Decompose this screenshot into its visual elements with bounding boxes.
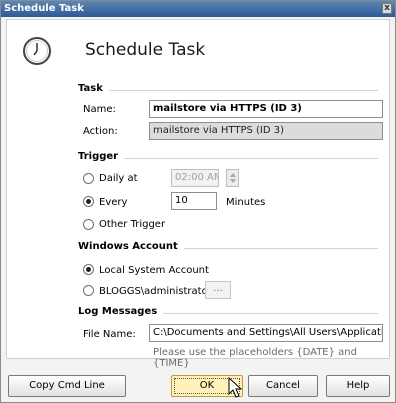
account-section-label: Windows Account [78,241,184,252]
close-icon[interactable]: x [382,3,392,14]
daily-label: Daily at [99,173,138,184]
daily-time-field: 02:00 AM [171,169,219,187]
every-radio[interactable] [83,196,94,207]
local-system-radio[interactable] [83,264,94,275]
help-button[interactable]: Help [326,375,390,397]
log-section-label: Log Messages [78,306,164,317]
trigger-section-header: Trigger [78,151,378,165]
name-field[interactable]: mailstore via HTTPS (ID 3) [149,100,383,118]
local-system-label: Local System Account [99,265,209,276]
every-interval-field[interactable]: 10 [171,192,217,210]
clock-icon [23,37,51,65]
daily-radio[interactable] [83,173,94,184]
minutes-label: Minutes [226,197,266,208]
window-title: Schedule Task [4,3,84,14]
mouse-pointer-icon [228,377,243,398]
name-label: Name: [83,104,116,115]
schedule-task-dialog: Schedule Task x Schedule Task Task Name:… [0,0,396,403]
page-title: Schedule Task [85,40,206,60]
browse-account-button: ... [205,281,231,299]
title-bar[interactable]: Schedule Task x [1,1,395,17]
task-section-header: Task [78,83,378,97]
action-label: Action: [83,126,118,137]
cancel-button[interactable]: Cancel [248,375,318,397]
placeholder-hint: Please use the placeholders {DATE} and {… [153,347,357,369]
other-trigger-radio[interactable] [83,219,94,230]
file-name-field[interactable]: C:\Documents and Settings\All Users\Appl… [149,324,383,342]
trigger-section-label: Trigger [78,151,125,162]
user-account-label: BLOGGS\administrator [99,286,212,297]
account-section-header: Windows Account [78,241,378,255]
user-account-radio[interactable] [83,285,94,296]
action-field: mailstore via HTTPS (ID 3) [149,122,383,140]
other-trigger-label: Other Trigger [99,219,166,230]
task-section-label: Task [78,83,109,94]
log-section-header: Log Messages [78,306,378,320]
copy-cmd-line-button[interactable]: Copy Cmd Line [8,375,126,397]
time-spinner [226,169,239,187]
every-label: Every [99,197,128,208]
file-name-label: File Name: [83,329,136,340]
